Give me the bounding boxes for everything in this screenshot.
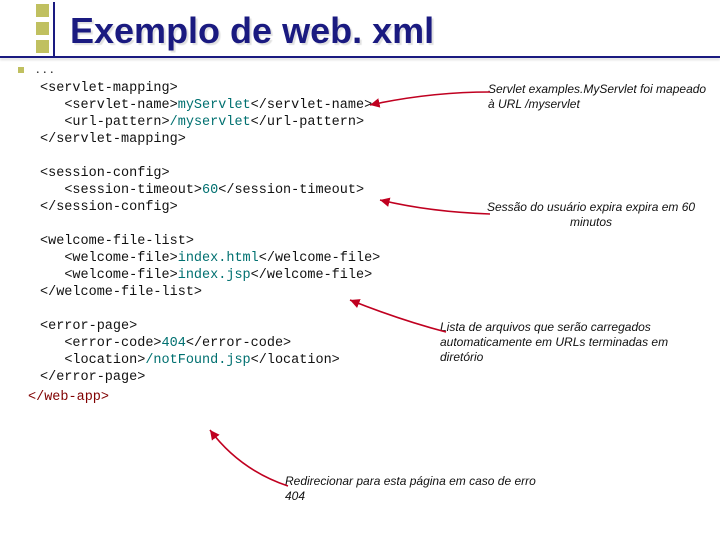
tag: <error-page> bbox=[40, 319, 137, 334]
closing-tag: </web-app> bbox=[28, 390, 720, 405]
title-underline bbox=[0, 56, 720, 58]
tag: <servlet-mapping> bbox=[40, 81, 178, 96]
ellipsis: . . . bbox=[36, 62, 54, 78]
tag: </welcome-file> bbox=[259, 251, 381, 266]
page-title: Exemplo de web. xml bbox=[70, 10, 434, 52]
annotation-error: Redirecionar para esta página em caso de… bbox=[285, 474, 545, 504]
value-welcome-file-1: index.html bbox=[178, 251, 259, 266]
tag: <welcome-file-list> bbox=[40, 234, 194, 249]
tag: </url-pattern> bbox=[251, 115, 364, 130]
tag: <location> bbox=[64, 353, 145, 368]
tag: </servlet-name> bbox=[251, 98, 373, 113]
header-vertical-bar bbox=[53, 2, 55, 58]
tag: </servlet-mapping> bbox=[40, 132, 186, 147]
header-bullet bbox=[36, 40, 49, 53]
tag: </session-timeout> bbox=[218, 183, 364, 198]
tag: </error-code> bbox=[186, 336, 291, 351]
tag: <session-config> bbox=[40, 166, 170, 181]
tag: </welcome-file-list> bbox=[40, 285, 202, 300]
tag: <welcome-file> bbox=[64, 251, 177, 266]
tag: <servlet-name> bbox=[64, 98, 177, 113]
header-bullet bbox=[36, 4, 49, 17]
tag: <session-timeout> bbox=[64, 183, 202, 198]
annotation-servlet: Servlet examples.MyServlet foi mapeado à… bbox=[488, 82, 708, 112]
annotation-welcome: Lista de arquivos que serão carregados a… bbox=[440, 320, 712, 365]
value-url-pattern: /myservlet bbox=[170, 115, 251, 130]
annotation-session: Sessão do usuário expira expira em 60 mi… bbox=[486, 200, 696, 230]
tag: </welcome-file> bbox=[251, 268, 373, 283]
tag: <url-pattern> bbox=[64, 115, 169, 130]
list-bullet bbox=[18, 67, 24, 73]
tag: </location> bbox=[251, 353, 340, 368]
value-error-code: 404 bbox=[162, 336, 186, 351]
value-timeout: 60 bbox=[202, 183, 218, 198]
tag: </session-config> bbox=[40, 200, 178, 215]
tag: </error-page> bbox=[40, 370, 145, 385]
header-bullet bbox=[36, 22, 49, 35]
value-location: /notFound.jsp bbox=[145, 353, 250, 368]
tag: <welcome-file> bbox=[64, 268, 177, 283]
value-welcome-file-2: index.jsp bbox=[178, 268, 251, 283]
value-servlet-name: myServlet bbox=[178, 98, 251, 113]
tag: <error-code> bbox=[64, 336, 161, 351]
